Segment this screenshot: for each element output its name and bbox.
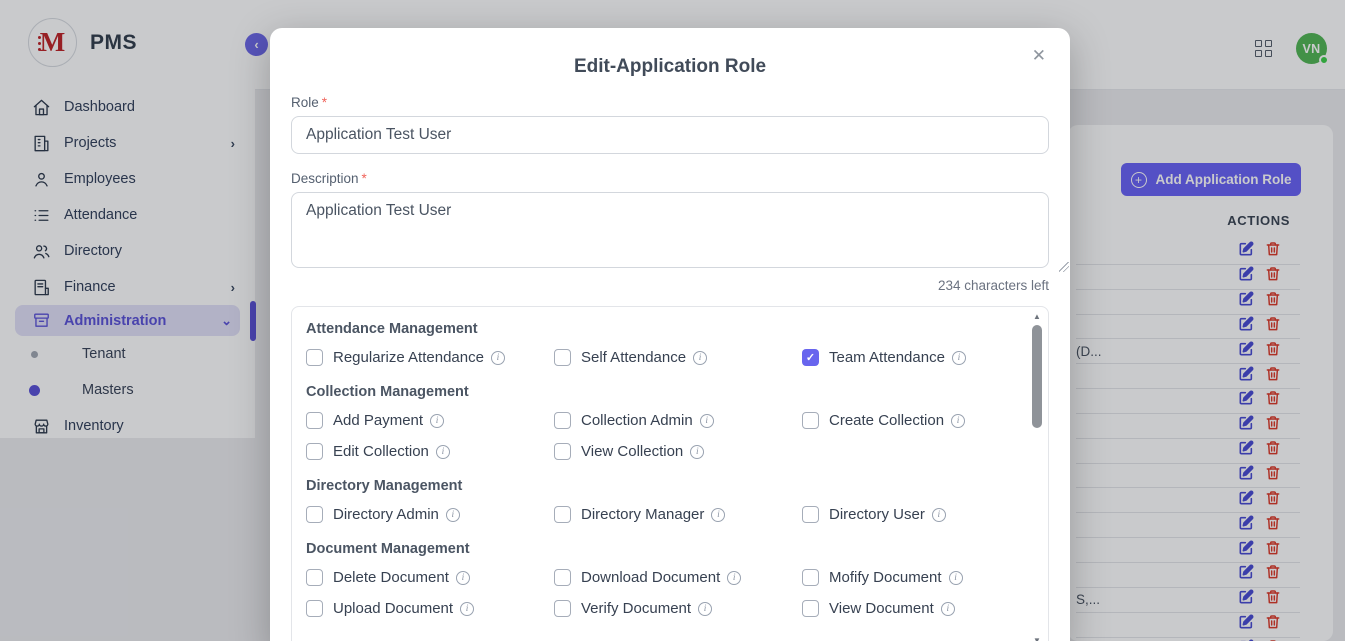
- info-icon[interactable]: i: [698, 602, 712, 616]
- textarea-resize-handle[interactable]: [1059, 262, 1069, 272]
- info-icon[interactable]: i: [446, 508, 460, 522]
- permission-label: Edit Collection: [333, 443, 429, 460]
- permission-checkbox[interactable]: ✓: [802, 349, 819, 366]
- info-icon[interactable]: i: [951, 414, 965, 428]
- info-icon[interactable]: i: [693, 351, 707, 365]
- permission-option: View Collection i: [554, 443, 802, 460]
- info-icon[interactable]: i: [430, 414, 444, 428]
- permission-checkbox[interactable]: [306, 569, 323, 586]
- permission-option: Create Collection i: [802, 412, 1008, 429]
- scroll-up-arrow-icon[interactable]: ▲: [1030, 312, 1044, 321]
- permission-option: Collection Admin i: [554, 412, 802, 429]
- role-input[interactable]: [291, 116, 1049, 154]
- info-icon[interactable]: i: [932, 508, 946, 522]
- permission-option: Add Payment i: [306, 412, 554, 429]
- permission-group-title: Collection Management: [306, 384, 1008, 400]
- permission-label: Directory Manager: [581, 506, 704, 523]
- edit-application-role-modal: Edit-Application Role ✕ Role* Descriptio…: [270, 28, 1070, 641]
- permission-label: Add Payment: [333, 412, 423, 429]
- permission-checkbox[interactable]: [306, 412, 323, 429]
- permission-label: Download Document: [581, 569, 720, 586]
- panel-scrollbar[interactable]: ▲ ▼: [1030, 310, 1044, 641]
- info-icon[interactable]: i: [700, 414, 714, 428]
- permission-label: Upload Document: [333, 600, 453, 617]
- permission-checkbox[interactable]: [554, 412, 571, 429]
- permission-group-title: Document Management: [306, 541, 1008, 557]
- permission-checkbox[interactable]: [554, 349, 571, 366]
- permission-checkbox[interactable]: [306, 349, 323, 366]
- permission-option: Verify Document i: [554, 600, 802, 617]
- permission-options-grid: Delete DocumentiDownload DocumentiMofify…: [306, 569, 1008, 617]
- permission-checkbox[interactable]: [306, 600, 323, 617]
- modal-title: Edit-Application Role: [291, 48, 1049, 78]
- permission-option: Directory Admin i: [306, 506, 554, 523]
- permission-checkbox[interactable]: [554, 506, 571, 523]
- permission-group-title: Attendance Management: [306, 321, 1008, 337]
- permission-label: Team Attendance: [829, 349, 945, 366]
- permission-option: Upload Document i: [306, 600, 554, 617]
- permission-checkbox[interactable]: [554, 443, 571, 460]
- permission-option: ✓ Team Attendance i: [802, 349, 1008, 366]
- permission-options-grid: Directory AdminiDirectory ManageriDirect…: [306, 506, 1008, 523]
- permission-checkbox[interactable]: [306, 506, 323, 523]
- permission-label: View Document: [829, 600, 934, 617]
- permission-options-grid: Regularize Attendance i Self Attendance i ✓ T…: [306, 349, 1008, 366]
- permission-label: Delete Document: [333, 569, 449, 586]
- permission-option: Delete Document i: [306, 569, 554, 586]
- permission-checkbox[interactable]: [554, 600, 571, 617]
- role-label: Role*: [291, 95, 1049, 110]
- permission-label: Directory Admin: [333, 506, 439, 523]
- permission-checkbox[interactable]: [554, 569, 571, 586]
- permission-option: Self Attendance i: [554, 349, 802, 366]
- info-icon[interactable]: i: [711, 508, 725, 522]
- permission-label: View Collection: [581, 443, 683, 460]
- permission-label: Directory User: [829, 506, 925, 523]
- permission-checkbox[interactable]: [802, 412, 819, 429]
- info-icon[interactable]: i: [456, 571, 470, 585]
- permission-option: Download Document i: [554, 569, 802, 586]
- permission-option: Directory Manager i: [554, 506, 802, 523]
- info-icon[interactable]: i: [941, 602, 955, 616]
- permission-checkbox[interactable]: [306, 443, 323, 460]
- permission-label: Collection Admin: [581, 412, 693, 429]
- permission-option: View Document i: [802, 600, 1008, 617]
- permission-checkbox[interactable]: [802, 569, 819, 586]
- permission-label: Regularize Attendance: [333, 349, 484, 366]
- permission-label: Mofify Document: [829, 569, 942, 586]
- permission-checkbox[interactable]: [802, 506, 819, 523]
- permission-label: Create Collection: [829, 412, 944, 429]
- permission-label: Self Attendance: [581, 349, 686, 366]
- info-icon[interactable]: i: [436, 445, 450, 459]
- permission-option: Directory User i: [802, 506, 1008, 523]
- scrollbar-thumb[interactable]: [1032, 325, 1042, 428]
- permission-option: Edit Collection i: [306, 443, 554, 460]
- scroll-down-arrow-icon[interactable]: ▼: [1030, 636, 1044, 641]
- description-textarea[interactable]: [291, 192, 1049, 268]
- permission-option: Regularize Attendance i: [306, 349, 554, 366]
- info-icon[interactable]: i: [727, 571, 741, 585]
- permission-label: Verify Document: [581, 600, 691, 617]
- info-icon[interactable]: i: [491, 351, 505, 365]
- permission-option: Mofify Document i: [802, 569, 1008, 586]
- close-icon[interactable]: ✕: [1028, 42, 1050, 70]
- info-icon[interactable]: i: [460, 602, 474, 616]
- permission-options-grid: Add PaymentiCollection AdminiCreate Coll…: [306, 412, 1008, 460]
- permission-group-title: Directory Management: [306, 478, 1008, 494]
- info-icon[interactable]: i: [949, 571, 963, 585]
- permissions-panel: Attendance Management Regularize Attendan…: [291, 306, 1049, 641]
- permission-checkbox[interactable]: [802, 600, 819, 617]
- info-icon[interactable]: i: [952, 351, 966, 365]
- info-icon[interactable]: i: [690, 445, 704, 459]
- characters-left-text: 234 characters left: [291, 278, 1049, 293]
- description-label: Description*: [291, 171, 1049, 186]
